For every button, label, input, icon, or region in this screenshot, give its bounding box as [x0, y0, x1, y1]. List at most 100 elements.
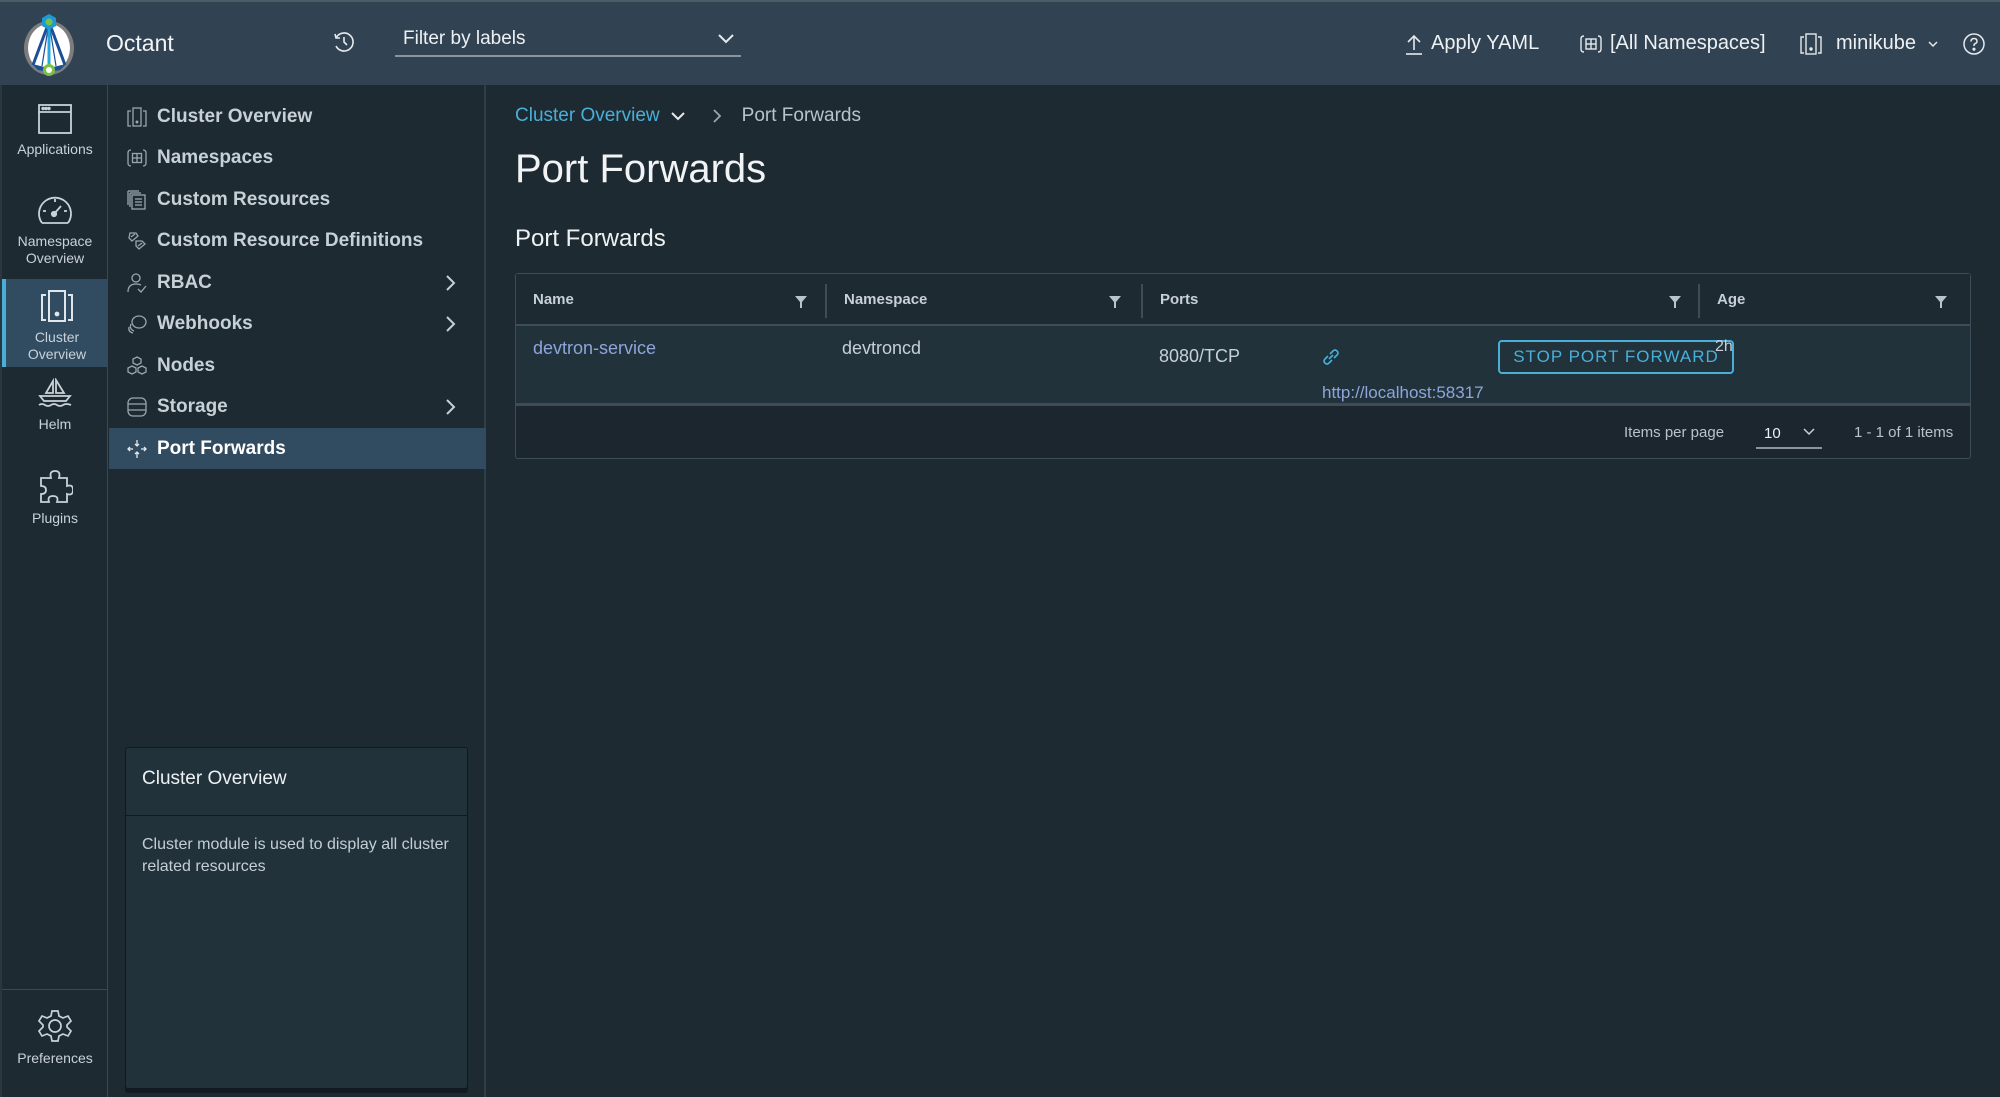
chevron-right-icon[interactable]	[444, 398, 456, 416]
cluster-icon	[1800, 32, 1822, 55]
stop-port-forward-button[interactable]: STOP PORT FORWARD	[1498, 340, 1734, 374]
section-nav-label: Cluster Overview	[157, 105, 313, 127]
section-title: Port Forwards	[515, 225, 666, 252]
module-nav-helm[interactable]: Helm	[2, 378, 108, 454]
filter-icon[interactable]	[794, 295, 808, 309]
browser-window-icon	[38, 104, 72, 134]
section-nav-custom-resource-definitions[interactable]: Custom Resource Definitions	[109, 220, 486, 261]
table-footer: Items per page 10 1 - 1 of 1 items	[516, 409, 1970, 458]
module-nav: Applications Namespace Overview Cluster …	[0, 85, 108, 1097]
section-nav-label: Webhooks	[157, 312, 253, 334]
preferences-section: Preferences	[2, 989, 108, 1097]
section-nav-label: RBAC	[157, 271, 212, 293]
items-per-page-select[interactable]: 10	[1756, 417, 1822, 449]
app-title: Octant	[106, 30, 174, 56]
items-per-page-label: Items per page	[1624, 424, 1725, 441]
column-header-label: Ports	[1160, 291, 1199, 308]
section-nav-label: Namespaces	[157, 146, 274, 168]
puzzle-piece-icon	[40, 470, 73, 503]
chevron-right-icon[interactable]	[444, 315, 456, 333]
module-nav-label: Plugins	[32, 510, 78, 526]
section-nav-custom-resources[interactable]: Custom Resources	[109, 179, 486, 220]
namespace-icon	[1580, 34, 1602, 53]
section-nav-rbac[interactable]: RBAC	[109, 262, 486, 303]
column-header-label: Namespace	[844, 291, 928, 308]
port-forward-name-link[interactable]: devtron-service	[533, 338, 656, 359]
module-nav-label: Helm	[38, 416, 72, 432]
port-forward-age: 2h	[1715, 338, 1733, 355]
chevron-down-icon[interactable]	[670, 110, 686, 122]
module-nav-label: Cluster	[34, 329, 80, 345]
port-forwards-table: Name Namespace Ports Age devtron-service…	[515, 273, 1971, 459]
stacked-documents-icon	[127, 189, 146, 210]
context-label: minikube	[1836, 32, 1917, 54]
chevron-down-icon	[1803, 428, 1815, 436]
section-nav-nodes[interactable]: Nodes	[109, 345, 486, 386]
chevron-right-icon	[713, 109, 721, 123]
label-filter-select[interactable]: Filter by labels	[395, 24, 741, 57]
section-nav-webhooks[interactable]: Webhooks	[109, 303, 486, 344]
section-nav-label: Storage	[157, 395, 228, 417]
section-nav: Cluster Overview Namespaces Custom Resou…	[109, 85, 486, 1097]
webhook-icon	[128, 314, 147, 334]
history-icon[interactable]	[332, 30, 356, 54]
chevron-right-icon[interactable]	[444, 274, 456, 292]
column-header-label: Age	[1717, 291, 1746, 308]
section-nav-cluster-overview[interactable]: Cluster Overview	[109, 96, 486, 137]
module-help-card: Cluster Overview Cluster module is used …	[125, 747, 468, 1089]
top-header: Octant Filter by labels Apply YAML [All …	[0, 0, 2000, 85]
upload-icon	[1406, 34, 1422, 55]
table-row: devtron-service devtroncd 8080/TCP http:…	[516, 326, 1970, 406]
label-filter-placeholder: Filter by labels	[403, 28, 526, 49]
module-nav-cluster-overview[interactable]: Cluster Overview	[2, 279, 108, 367]
column-header-name[interactable]: Name	[516, 274, 826, 326]
column-header-label: Name	[533, 291, 574, 308]
preferences-button[interactable]: Preferences	[2, 1008, 108, 1084]
section-nav-port-forwards[interactable]: Port Forwards	[109, 428, 486, 469]
filter-icon[interactable]	[1108, 295, 1122, 309]
user-check-icon	[127, 272, 147, 293]
context-select[interactable]: minikube	[1800, 32, 1948, 55]
module-nav-label: Applications	[17, 141, 93, 157]
namespace-icon	[127, 148, 147, 167]
section-nav-namespaces[interactable]: Namespaces	[109, 137, 486, 178]
apply-yaml-button[interactable]: Apply YAML	[1405, 32, 1539, 55]
module-nav-label: Overview	[27, 346, 87, 362]
section-nav-label: Custom Resources	[157, 188, 331, 210]
namespace-label: [All Namespaces]	[1610, 32, 1766, 54]
help-card-body: Cluster module is used to display all cl…	[142, 836, 449, 875]
items-per-page-value: 10	[1764, 425, 1781, 442]
octant-logo-icon[interactable]	[20, 12, 78, 78]
module-nav-namespace-overview[interactable]: Namespace Overview	[2, 195, 108, 277]
module-nav-label: Namespace	[17, 233, 93, 249]
dashboard-gauge-icon	[38, 196, 72, 224]
help-icon[interactable]	[1962, 32, 1986, 56]
breadcrumb-parent-link[interactable]: Cluster Overview	[515, 105, 660, 127]
section-nav-storage[interactable]: Storage	[109, 386, 486, 427]
module-nav-plugins[interactable]: Plugins	[2, 468, 108, 544]
port-forward-port: 8080/TCP	[1159, 346, 1241, 366]
port-forward-arrows-icon	[127, 439, 147, 458]
namespace-select[interactable]: [All Namespaces]	[1580, 32, 1766, 55]
module-nav-applications[interactable]: Applications	[2, 103, 108, 179]
filter-icon[interactable]	[1668, 295, 1682, 309]
sailboat-icon	[38, 378, 72, 407]
crd-icon	[128, 231, 146, 250]
table-header: Name Namespace Ports Age	[516, 274, 1970, 326]
column-header-namespace[interactable]: Namespace	[827, 274, 1142, 326]
filter-icon[interactable]	[1934, 295, 1948, 309]
column-header-ports[interactable]: Ports	[1143, 274, 1699, 326]
column-header-age[interactable]: Age	[1700, 274, 1970, 326]
section-nav-label: Port Forwards	[157, 437, 286, 459]
chevron-down-icon	[1928, 40, 1938, 47]
link-icon[interactable]	[1322, 348, 1340, 366]
gear-icon	[37, 1010, 73, 1042]
section-nav-label: Custom Resource Definitions	[157, 229, 424, 251]
port-forward-namespace: devtroncd	[842, 338, 922, 358]
nodes-hexagon-icon	[127, 355, 147, 375]
preferences-label: Preferences	[17, 1050, 93, 1066]
cluster-icon	[41, 290, 73, 322]
database-icon	[127, 396, 147, 417]
port-forward-url-link[interactable]: http://localhost:58317	[1322, 383, 1484, 403]
module-nav-label: Overview	[25, 250, 85, 266]
